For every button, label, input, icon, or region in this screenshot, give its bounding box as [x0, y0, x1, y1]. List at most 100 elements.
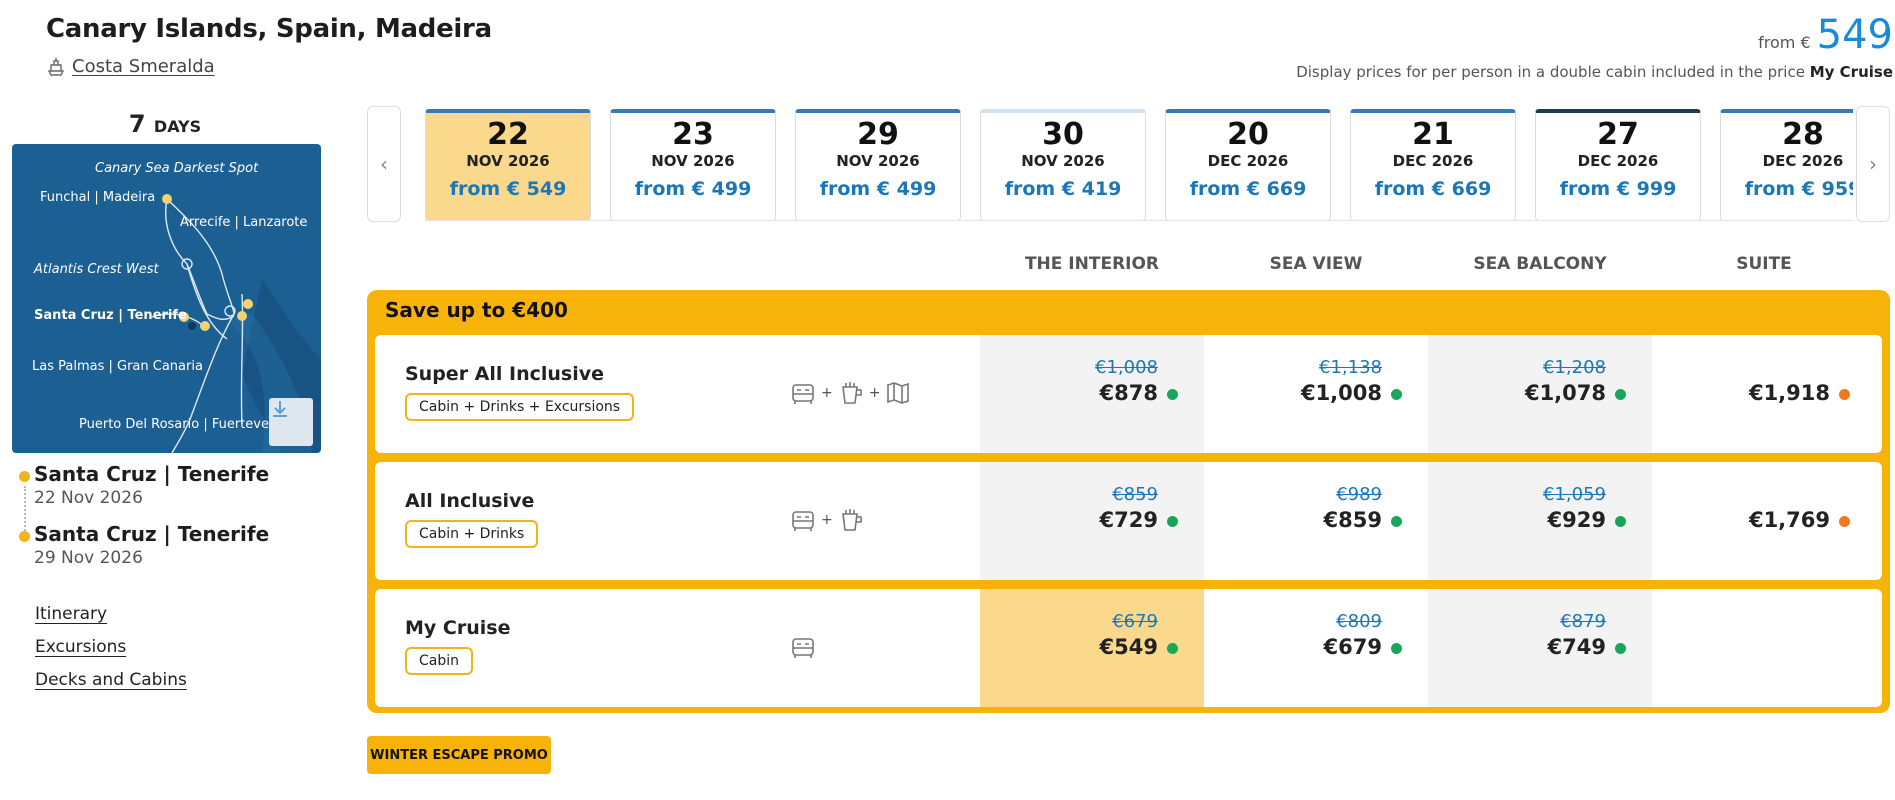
map-icon: [887, 382, 910, 404]
price-cell[interactable]: €1,769: [1652, 462, 1876, 580]
bed-icon: [792, 638, 814, 658]
port-dot: [19, 471, 30, 482]
bed-icon: [792, 384, 814, 404]
date-card[interactable]: 22 NOV 2026 from € 549: [425, 109, 591, 220]
old-price: €879: [1560, 611, 1606, 632]
new-price: €679: [1323, 635, 1382, 659]
map-label-funchal: Funchal | Madeira: [40, 190, 156, 205]
new-price: €1,918: [1748, 381, 1830, 405]
from-price-label: from €: [1758, 33, 1811, 52]
date-card[interactable]: 29 NOV 2026 from € 499: [795, 109, 961, 220]
date-day: 21: [1412, 117, 1454, 152]
display-note: Display prices for per person in a doubl…: [1296, 63, 1893, 81]
ship-icon: [47, 57, 65, 76]
fare-table: Save up to €400 Super All Inclusive Cabi…: [367, 290, 1890, 713]
fare-icons: + +: [789, 379, 912, 407]
itinerary-map[interactable]: Canary Sea Darkest Spot Funchal | Madeir…: [12, 144, 321, 453]
map-label-santacruz: Santa Cruz | Tenerife: [34, 308, 187, 323]
price-cell[interactable]: €1,059 €929: [1428, 462, 1652, 580]
price-cell[interactable]: €989 €859: [1204, 462, 1428, 580]
date-month: DEC 2026: [1207, 152, 1289, 170]
price-cell[interactable]: €1,208 €1,078: [1428, 335, 1652, 453]
chevron-right-icon: ›: [1869, 152, 1877, 176]
date-day: 22: [487, 117, 529, 152]
availability-dot: [1615, 389, 1626, 400]
date-card[interactable]: 30 NOV 2026 from € 419: [980, 109, 1146, 220]
price-cell[interactable]: €879 €749: [1428, 589, 1652, 707]
date-price: from € 999: [1559, 178, 1677, 200]
availability-dot: [1391, 516, 1402, 527]
carousel-prev-button[interactable]: ‹: [367, 106, 401, 222]
carousel-next-button[interactable]: ›: [1856, 106, 1890, 222]
from-price-amount: 549: [1816, 12, 1893, 58]
date-price: from € 669: [1374, 178, 1492, 200]
days-label: DAYS: [153, 117, 202, 136]
column-header-interior: THE INTERIOR: [1024, 254, 1160, 274]
new-price: €929: [1547, 508, 1606, 532]
port-date: 29 Nov 2026: [34, 548, 143, 568]
drink-icon: [841, 509, 862, 531]
link-itinerary[interactable]: Itinerary: [35, 604, 187, 624]
availability-dot: [1839, 389, 1850, 400]
fare-name: All Inclusive: [405, 490, 535, 512]
map-label-atlantis: Atlantis Crest West: [34, 262, 159, 277]
map-label-arrecife: Arrecife | Lanzarote: [180, 215, 308, 230]
display-note-bold: My Cruise: [1809, 63, 1893, 81]
date-month: DEC 2026: [1762, 152, 1844, 170]
availability-dot: [1167, 643, 1178, 654]
date-day: 29: [857, 117, 899, 152]
new-price: €549: [1099, 635, 1158, 659]
fare-name: Super All Inclusive: [405, 363, 605, 385]
page-title: Canary Islands, Spain, Madeira: [46, 14, 492, 44]
column-header-sea-view: SEA VIEW: [1269, 254, 1363, 274]
date-month: NOV 2026: [1021, 152, 1105, 170]
ship-link[interactable]: Costa Smeralda: [46, 56, 215, 77]
fare-row-all-inclusive: All Inclusive Cabin + Drinks + €859 €729…: [375, 462, 1882, 580]
fare-name: My Cruise: [405, 617, 511, 639]
days-number: 7: [128, 110, 146, 138]
link-excursions[interactable]: Excursions: [35, 637, 187, 657]
old-price: €989: [1336, 484, 1382, 505]
date-card[interactable]: 27 DEC 2026 from € 999: [1535, 109, 1701, 220]
fare-tag: Cabin + Drinks + Excursions: [405, 393, 635, 421]
date-day: 27: [1597, 117, 1639, 152]
price-cell[interactable]: €1,138 €1,008: [1204, 335, 1428, 453]
new-price: €1,008: [1300, 381, 1382, 405]
price-cell[interactable]: €859 €729: [980, 462, 1204, 580]
fare-tag: Cabin: [405, 647, 474, 675]
availability-dot: [1615, 643, 1626, 654]
fare-icons: [789, 633, 817, 661]
date-card[interactable]: 21 DEC 2026 from € 669: [1350, 109, 1516, 220]
date-card[interactable]: 23 NOV 2026 from € 499: [610, 109, 776, 220]
new-price: €1,078: [1524, 381, 1606, 405]
fare-icons: +: [789, 506, 865, 534]
price-cell[interactable]: €809 €679: [1204, 589, 1428, 707]
download-map-button[interactable]: [269, 398, 313, 446]
promo-badge[interactable]: WINTER ESCAPE PROMO: [367, 736, 551, 774]
price-cell[interactable]: €1,918: [1652, 335, 1876, 453]
port-name: Santa Cruz | Tenerife: [34, 522, 270, 546]
date-carousel: 22 NOV 2026 from € 549 23 NOV 2026 from …: [425, 109, 1853, 221]
availability-dot: [1615, 516, 1626, 527]
new-price: €1,769: [1748, 508, 1830, 532]
date-price: from € 419: [1004, 178, 1122, 200]
date-card[interactable]: 20 DEC 2026 from € 669: [1165, 109, 1331, 220]
date-month: NOV 2026: [466, 152, 550, 170]
date-price: from € 499: [819, 178, 937, 200]
date-day: 20: [1227, 117, 1269, 152]
date-card[interactable]: 28 DEC 2026 from € 959: [1720, 109, 1853, 220]
chevron-left-icon: ‹: [380, 152, 388, 176]
old-price: €1,059: [1543, 484, 1606, 505]
link-decks-cabins[interactable]: Decks and Cabins: [35, 670, 187, 690]
plus-sign: +: [868, 385, 881, 401]
price-cell[interactable]: €1,008 €878: [980, 335, 1204, 453]
date-month: NOV 2026: [836, 152, 920, 170]
old-price: €679: [1112, 611, 1158, 632]
map-label-canary: Canary Sea Darkest Spot: [95, 161, 259, 176]
port-date: 22 Nov 2026: [34, 488, 143, 508]
new-price: €859: [1323, 508, 1382, 532]
old-price: €1,008: [1095, 357, 1158, 378]
date-price: from € 959: [1744, 178, 1853, 200]
save-banner: Save up to €400: [385, 298, 568, 322]
price-cell-selected[interactable]: €679 €549: [980, 589, 1204, 707]
